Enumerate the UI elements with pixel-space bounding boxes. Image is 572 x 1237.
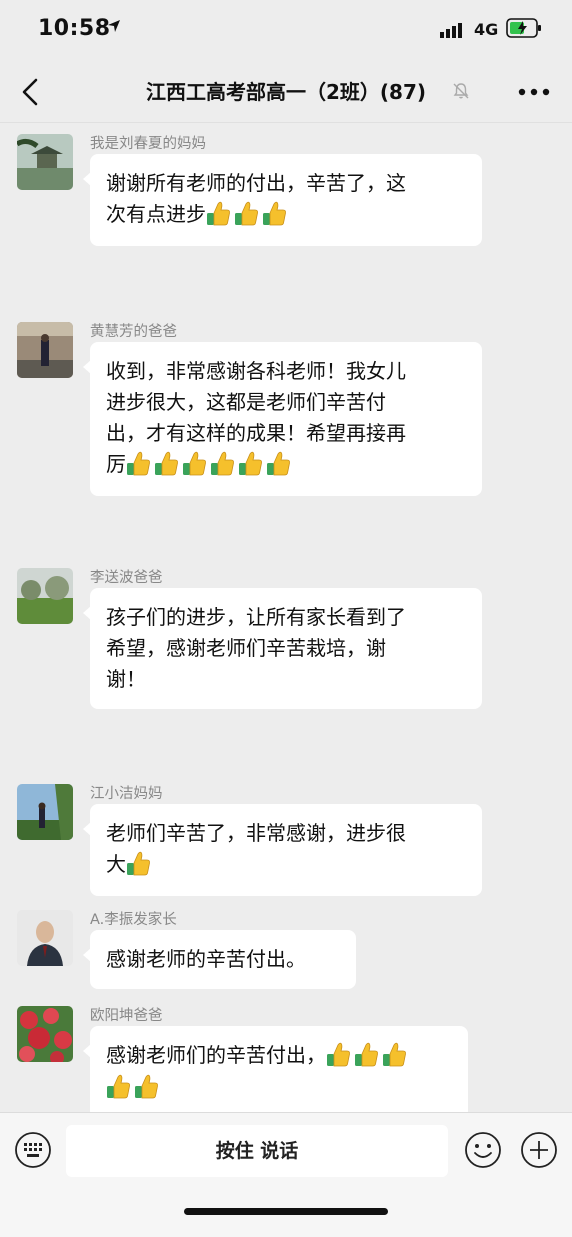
avatar[interactable]	[17, 910, 73, 966]
thumbs-up-icon	[382, 1041, 407, 1068]
avatar[interactable]	[17, 322, 73, 378]
message-line: 谢谢所有老师的付出，辛苦了，这	[106, 171, 406, 195]
sender-name: A.李振发家长	[90, 912, 177, 928]
message-list[interactable]: 我是刘春夏的妈妈 谢谢所有老师的付出，辛苦了，这 次有点进步 黄慧芳的爸爸 收到…	[0, 122, 572, 1119]
sender-name: 江小洁妈妈	[90, 786, 163, 802]
avatar[interactable]	[17, 134, 73, 190]
thumbs-up-icon	[182, 450, 207, 477]
thumbs-up-icon	[154, 450, 179, 477]
message-bubble[interactable]: 孩子们的进步，让所有家长看到了 希望，感谢老师们辛苦栽培，谢 谢！	[83, 588, 482, 709]
message-bubble[interactable]: 感谢老师们的辛苦付出，	[83, 1026, 468, 1119]
message-line: 孩子们的进步，让所有家长看到了	[106, 605, 406, 629]
thumbs-up-icon	[134, 1073, 159, 1100]
message-line: 收到，非常感谢各科老师！我女儿	[106, 359, 406, 383]
message-bubble[interactable]: 谢谢所有老师的付出，辛苦了，这 次有点进步	[83, 154, 482, 246]
sender-name: 李送波爸爸	[90, 570, 163, 586]
thumbs-up-icon	[326, 1041, 351, 1068]
avatar[interactable]	[17, 1006, 73, 1062]
home-indicator[interactable]	[184, 1208, 388, 1215]
message-line: 谢！	[106, 667, 146, 691]
chat-header: 江西工高考部高一（2班）(87)	[0, 62, 572, 123]
message-bubble[interactable]: 收到，非常感谢各科老师！我女儿 进步很大，这都是老师们辛苦付 出，才有这样的成果…	[83, 342, 482, 496]
plus-icon[interactable]	[520, 1131, 558, 1169]
bell-muted-icon	[453, 83, 469, 99]
hold-to-talk-button[interactable]: 按住 说话	[66, 1125, 448, 1177]
thumbs-up-icon	[126, 850, 151, 877]
status-time: 10:58	[38, 16, 111, 41]
message-line: 感谢老师们的辛苦付出，	[106, 1043, 326, 1067]
thumbs-up-icon	[262, 200, 287, 227]
message-bubble[interactable]: 老师们辛苦了，非常感谢，进步很 大	[83, 804, 482, 896]
thumbs-up-icon	[354, 1041, 379, 1068]
sender-name: 我是刘春夏的妈妈	[90, 136, 206, 152]
thumbs-up-icon	[206, 200, 231, 227]
keyboard-icon[interactable]	[14, 1131, 52, 1169]
message-line: 大	[106, 852, 126, 876]
avatar[interactable]	[17, 784, 73, 840]
message-line: 感谢老师的辛苦付出。	[106, 947, 306, 971]
message-line: 出，才有这样的成果！希望再接再	[106, 421, 406, 445]
thumbs-up-icon	[266, 450, 291, 477]
sender-name: 黄慧芳的爸爸	[90, 324, 177, 340]
thumbs-up-icon	[126, 450, 151, 477]
message-line: 厉	[106, 452, 126, 476]
ellipsis-icon[interactable]	[514, 78, 554, 106]
message-line: 进步很大，这都是老师们辛苦付	[106, 390, 386, 414]
status-bar: 10:58 4G	[0, 0, 572, 62]
thumbs-up-icon	[238, 450, 263, 477]
message-line: 老师们辛苦了，非常感谢，进步很	[106, 821, 406, 845]
message-line: 希望，感谢老师们辛苦栽培，谢	[106, 636, 386, 660]
message-bubble[interactable]: 感谢老师的辛苦付出。	[83, 930, 356, 989]
sender-name: 欧阳坤爸爸	[90, 1008, 163, 1024]
message-line: 次有点进步	[106, 202, 206, 226]
thumbs-up-icon	[210, 450, 235, 477]
location-arrow-icon	[108, 20, 120, 32]
thumbs-up-icon	[234, 200, 259, 227]
network-label: 4G	[474, 20, 499, 39]
battery-charging-icon	[506, 18, 541, 38]
signal-icon	[440, 23, 462, 38]
emoji-icon[interactable]	[464, 1131, 502, 1169]
thumbs-up-icon	[106, 1073, 131, 1100]
input-bar: 按住 说话	[0, 1112, 572, 1237]
avatar[interactable]	[17, 568, 73, 624]
chat-title: 江西工高考部高一（2班）(87)	[145, 80, 427, 104]
